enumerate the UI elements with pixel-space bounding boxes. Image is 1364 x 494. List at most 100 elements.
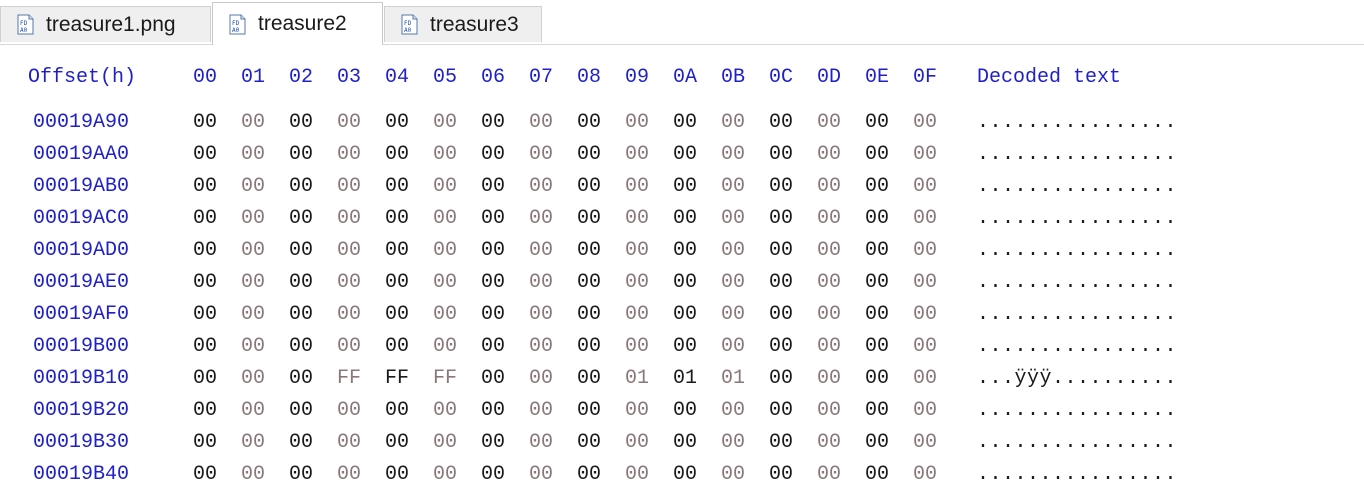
hex-byte-cell[interactable]: 00 bbox=[529, 333, 553, 361]
hex-byte-cell[interactable]: 00 bbox=[193, 237, 217, 265]
hex-byte-cell[interactable]: 00 bbox=[385, 333, 409, 361]
decoded-text[interactable]: ................ bbox=[977, 429, 1177, 457]
hex-byte-cell[interactable]: 00 bbox=[193, 397, 217, 425]
hex-byte-cell[interactable]: 00 bbox=[817, 397, 841, 425]
hex-byte-cell[interactable]: 01 bbox=[625, 365, 649, 393]
hex-byte-cell[interactable]: 00 bbox=[289, 269, 313, 297]
hex-byte-cell[interactable]: 00 bbox=[241, 173, 265, 201]
hex-byte-cell[interactable]: 00 bbox=[865, 173, 889, 201]
hex-byte-cell[interactable]: 00 bbox=[289, 397, 313, 425]
hex-byte-cell[interactable]: 00 bbox=[721, 237, 745, 265]
hex-byte-cell[interactable]: 00 bbox=[529, 365, 553, 393]
hex-byte-cell[interactable]: 00 bbox=[289, 365, 313, 393]
hex-byte-cell[interactable]: 00 bbox=[241, 333, 265, 361]
tab-treasure2[interactable]: FD A0 treasure2 bbox=[212, 2, 383, 45]
decoded-text[interactable]: ................ bbox=[977, 109, 1177, 137]
hex-byte-cell[interactable]: 00 bbox=[193, 141, 217, 169]
hex-byte-cell[interactable]: 00 bbox=[817, 205, 841, 233]
hex-byte-cell[interactable]: FF bbox=[385, 365, 409, 393]
hex-byte-cell[interactable]: 00 bbox=[529, 397, 553, 425]
hex-byte-cell[interactable]: 00 bbox=[241, 301, 265, 329]
hex-byte-cell[interactable]: 00 bbox=[721, 173, 745, 201]
hex-byte-cell[interactable]: 00 bbox=[337, 205, 361, 233]
hex-byte-cell[interactable]: 00 bbox=[673, 109, 697, 137]
hex-byte-cell[interactable]: 00 bbox=[865, 461, 889, 489]
decoded-text[interactable]: ................ bbox=[977, 397, 1177, 425]
hex-byte-cell[interactable]: 00 bbox=[529, 237, 553, 265]
hex-byte-cell[interactable]: 00 bbox=[385, 429, 409, 457]
hex-byte-cell[interactable]: 00 bbox=[433, 237, 457, 265]
hex-byte-cell[interactable]: 00 bbox=[577, 397, 601, 425]
hex-byte-cell[interactable]: 00 bbox=[673, 269, 697, 297]
hex-byte-cell[interactable]: 00 bbox=[625, 333, 649, 361]
hex-byte-cell[interactable]: 00 bbox=[913, 461, 937, 489]
hex-byte-cell[interactable]: 00 bbox=[481, 173, 505, 201]
hex-byte-cell[interactable]: 00 bbox=[769, 429, 793, 457]
hex-byte-cell[interactable]: 00 bbox=[241, 205, 265, 233]
hex-byte-cell[interactable]: 00 bbox=[721, 269, 745, 297]
hex-byte-cell[interactable]: 00 bbox=[769, 333, 793, 361]
hex-byte-cell[interactable]: 00 bbox=[913, 109, 937, 137]
hex-byte-cell[interactable]: 00 bbox=[529, 461, 553, 489]
hex-byte-cell[interactable]: 00 bbox=[769, 301, 793, 329]
hex-byte-cell[interactable]: 00 bbox=[673, 461, 697, 489]
hex-byte-cell[interactable]: 00 bbox=[721, 397, 745, 425]
hex-byte-cell[interactable]: 00 bbox=[865, 397, 889, 425]
hex-byte-cell[interactable]: 00 bbox=[481, 269, 505, 297]
hex-byte-cell[interactable]: 00 bbox=[337, 173, 361, 201]
hex-byte-cell[interactable]: 00 bbox=[817, 301, 841, 329]
hex-byte-cell[interactable]: 00 bbox=[577, 269, 601, 297]
hex-byte-cell[interactable]: 00 bbox=[529, 301, 553, 329]
hex-byte-cell[interactable]: 00 bbox=[913, 205, 937, 233]
hex-byte-cell[interactable]: 00 bbox=[865, 205, 889, 233]
hex-byte-cell[interactable]: 00 bbox=[625, 205, 649, 233]
hex-byte-cell[interactable]: 00 bbox=[625, 461, 649, 489]
hex-byte-cell[interactable]: 00 bbox=[913, 141, 937, 169]
hex-byte-cell[interactable]: 01 bbox=[673, 365, 697, 393]
decoded-text[interactable]: ................ bbox=[977, 269, 1177, 297]
hex-byte-cell[interactable]: 00 bbox=[385, 269, 409, 297]
hex-byte-cell[interactable]: 00 bbox=[481, 301, 505, 329]
hex-byte-cell[interactable]: 00 bbox=[865, 141, 889, 169]
hex-byte-cell[interactable]: 00 bbox=[817, 237, 841, 265]
hex-byte-cell[interactable]: 00 bbox=[865, 269, 889, 297]
hex-byte-cell[interactable]: 00 bbox=[433, 397, 457, 425]
hex-byte-cell[interactable]: 00 bbox=[625, 109, 649, 137]
hex-byte-cell[interactable]: 00 bbox=[529, 141, 553, 169]
hex-byte-cell[interactable]: 00 bbox=[193, 301, 217, 329]
hex-byte-cell[interactable]: 00 bbox=[433, 333, 457, 361]
hex-byte-cell[interactable]: 00 bbox=[625, 301, 649, 329]
hex-byte-cell[interactable]: 00 bbox=[337, 269, 361, 297]
hex-byte-cell[interactable]: 00 bbox=[337, 461, 361, 489]
hex-byte-cell[interactable]: 00 bbox=[769, 205, 793, 233]
hex-byte-cell[interactable]: 00 bbox=[385, 461, 409, 489]
hex-byte-cell[interactable]: 00 bbox=[769, 237, 793, 265]
hex-byte-cell[interactable]: 00 bbox=[817, 429, 841, 457]
hex-byte-cell[interactable]: 00 bbox=[817, 333, 841, 361]
hex-byte-cell[interactable]: 00 bbox=[673, 301, 697, 329]
decoded-text[interactable]: ................ bbox=[977, 141, 1177, 169]
hex-byte-cell[interactable]: 00 bbox=[241, 109, 265, 137]
hex-byte-cell[interactable]: 00 bbox=[529, 429, 553, 457]
hex-byte-cell[interactable]: 00 bbox=[817, 269, 841, 297]
hex-byte-cell[interactable]: 00 bbox=[577, 301, 601, 329]
hex-byte-cell[interactable]: 00 bbox=[337, 429, 361, 457]
hex-byte-cell[interactable]: 00 bbox=[337, 141, 361, 169]
hex-byte-cell[interactable]: 00 bbox=[913, 365, 937, 393]
hex-byte-cell[interactable]: 00 bbox=[241, 429, 265, 457]
hex-byte-cell[interactable]: 00 bbox=[721, 461, 745, 489]
hex-byte-cell[interactable]: 00 bbox=[625, 237, 649, 265]
hex-byte-cell[interactable]: 00 bbox=[721, 205, 745, 233]
hex-byte-cell[interactable]: 00 bbox=[817, 141, 841, 169]
hex-byte-cell[interactable]: 00 bbox=[673, 397, 697, 425]
hex-byte-cell[interactable]: 00 bbox=[289, 141, 313, 169]
hex-byte-cell[interactable]: 00 bbox=[673, 237, 697, 265]
hex-byte-cell[interactable]: 00 bbox=[385, 109, 409, 137]
hex-byte-cell[interactable]: 00 bbox=[913, 173, 937, 201]
hex-byte-cell[interactable]: 00 bbox=[817, 109, 841, 137]
hex-byte-cell[interactable]: 00 bbox=[625, 429, 649, 457]
hex-byte-cell[interactable]: 00 bbox=[913, 429, 937, 457]
hex-byte-cell[interactable]: 00 bbox=[577, 429, 601, 457]
hex-byte-cell[interactable]: 00 bbox=[433, 461, 457, 489]
hex-byte-cell[interactable]: 00 bbox=[913, 237, 937, 265]
